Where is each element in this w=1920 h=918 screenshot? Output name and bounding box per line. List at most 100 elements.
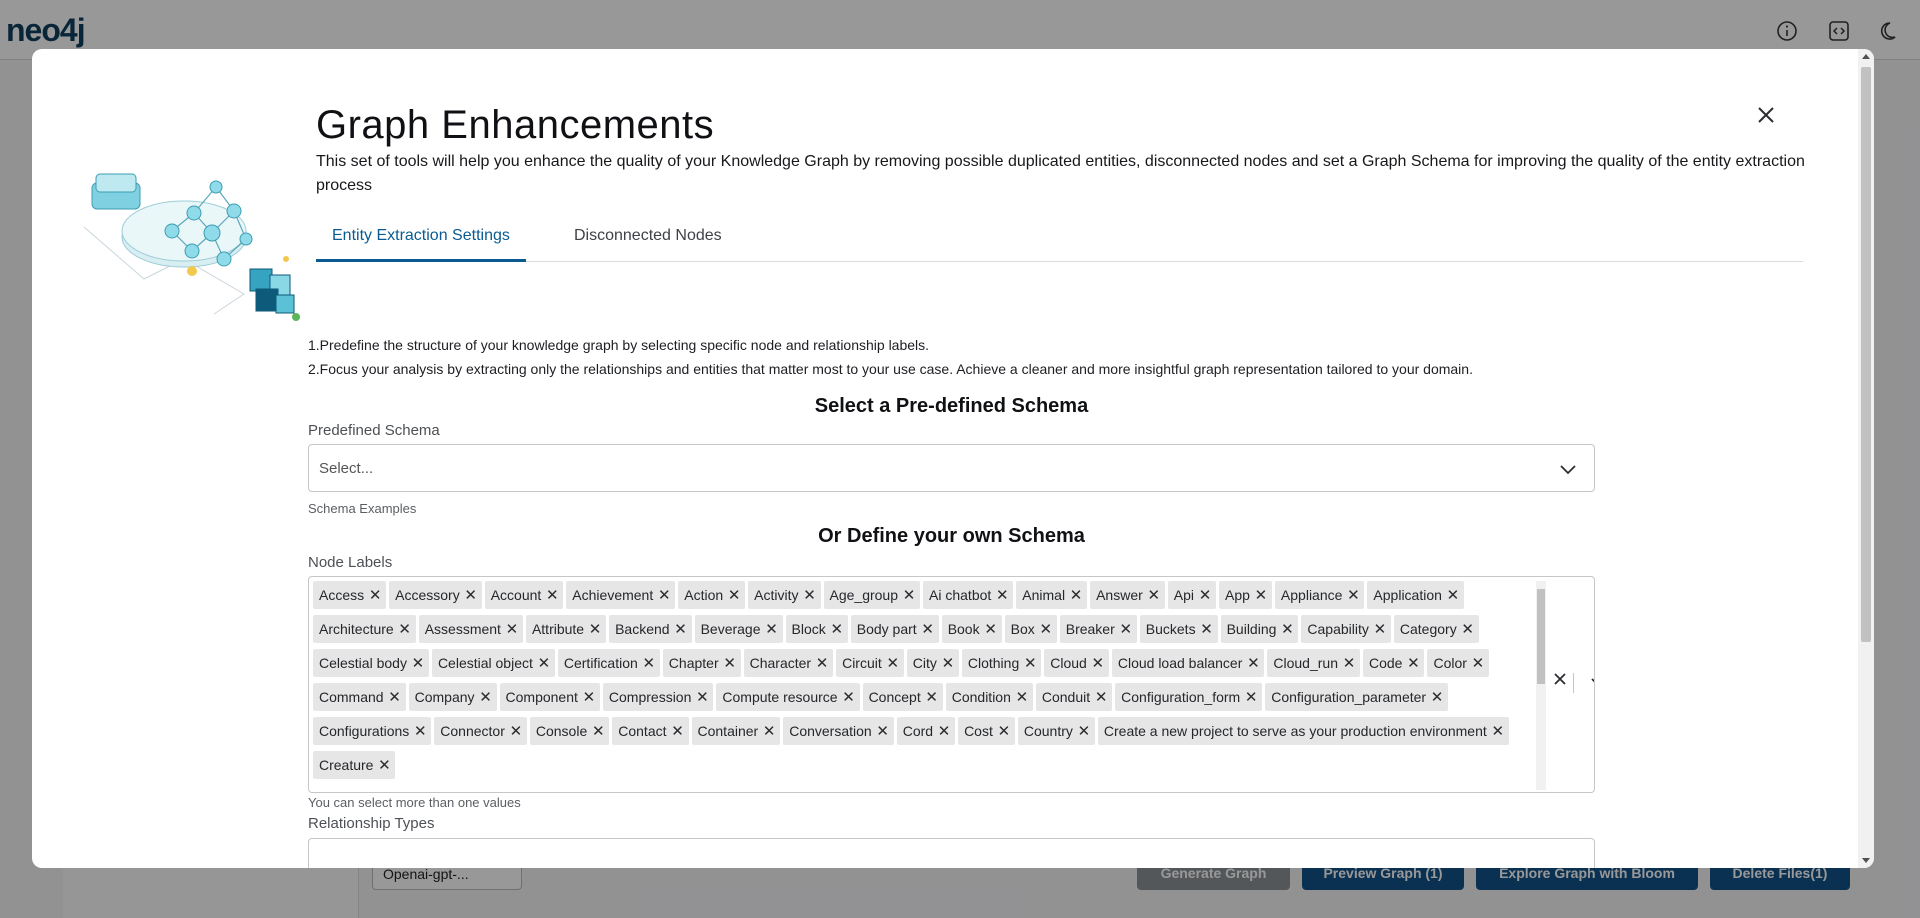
- remove-chip-icon[interactable]: ✕: [1019, 649, 1041, 677]
- remove-chip-icon[interactable]: ✕: [1426, 683, 1448, 711]
- chip-label: Container: [697, 723, 759, 739]
- remove-chip-icon[interactable]: ✕: [882, 649, 904, 677]
- remove-chip-icon[interactable]: ✕: [691, 683, 713, 711]
- remove-chip-icon[interactable]: ✕: [541, 581, 563, 609]
- remove-chip-icon[interactable]: ✕: [1242, 649, 1264, 677]
- tab-disconnected-nodes[interactable]: Disconnected Nodes: [574, 227, 722, 259]
- remove-chip-icon[interactable]: ✕: [501, 615, 523, 643]
- remove-chip-icon[interactable]: ✕: [373, 751, 395, 779]
- remove-chip-icon[interactable]: ✕: [384, 683, 406, 711]
- schema-examples-link[interactable]: Schema Examples: [308, 501, 416, 516]
- remove-chip-icon[interactable]: ✕: [799, 581, 821, 609]
- predefined-schema-select[interactable]: Select...: [308, 444, 1595, 492]
- remove-chip-icon[interactable]: ✕: [1342, 581, 1364, 609]
- remove-chip-icon[interactable]: ✕: [1090, 683, 1112, 711]
- chip-label: App: [1225, 587, 1250, 603]
- remove-chip-icon[interactable]: ✕: [584, 615, 606, 643]
- node-label-chip: Animal ✕: [1016, 581, 1088, 609]
- node-label-chip: Box ✕: [1004, 615, 1057, 643]
- tab-entity-extraction-settings[interactable]: Entity Extraction Settings: [316, 227, 526, 262]
- remove-chip-icon[interactable]: ✕: [587, 717, 609, 745]
- close-icon[interactable]: [1752, 101, 1780, 129]
- remove-chip-icon[interactable]: ✕: [653, 581, 675, 609]
- remove-chip-icon[interactable]: ✕: [993, 717, 1015, 745]
- remove-chip-icon[interactable]: ✕: [1194, 581, 1216, 609]
- node-labels-multiselect[interactable]: Access ✕ Accessory ✕ Account ✕ Achievement ✕ Act…: [308, 576, 1595, 793]
- node-label-chip: Book ✕: [941, 615, 1002, 643]
- remove-chip-icon[interactable]: ✕: [1065, 581, 1087, 609]
- chip-label: Block: [791, 621, 826, 637]
- remove-chip-icon[interactable]: ✕: [937, 649, 959, 677]
- clear-all-icon[interactable]: [1551, 670, 1569, 688]
- chip-label: Book: [947, 621, 980, 637]
- remove-chip-icon[interactable]: ✕: [1196, 615, 1218, 643]
- remove-chip-icon[interactable]: ✕: [1143, 581, 1165, 609]
- remove-chip-icon[interactable]: ✕: [407, 649, 429, 677]
- remove-chip-icon[interactable]: ✕: [460, 581, 482, 609]
- remove-chip-icon[interactable]: ✕: [364, 581, 386, 609]
- remove-chip-icon[interactable]: ✕: [475, 683, 497, 711]
- node-label-chip: Cloud ✕: [1044, 649, 1109, 677]
- chip-label: Backend: [615, 621, 670, 637]
- remove-chip-icon[interactable]: ✕: [1011, 683, 1033, 711]
- node-label-chip: Activity ✕: [748, 581, 821, 609]
- chevron-down-icon[interactable]: [1589, 672, 1595, 692]
- scroll-up-arrow[interactable]: [1862, 54, 1870, 59]
- remove-chip-icon[interactable]: ✕: [933, 717, 955, 745]
- node-label-chip: Configuration_parameter ✕: [1265, 683, 1449, 711]
- remove-chip-icon[interactable]: ✕: [1467, 649, 1489, 677]
- node-label-chip: Category ✕: [1393, 615, 1479, 643]
- chip-label: Ai chatbot: [929, 587, 992, 603]
- remove-chip-icon[interactable]: ✕: [761, 615, 783, 643]
- remove-chip-icon[interactable]: ✕: [991, 581, 1013, 609]
- chip-label: Category: [1399, 621, 1457, 637]
- remove-chip-icon[interactable]: ✕: [758, 717, 780, 745]
- remove-chip-icon[interactable]: ✕: [638, 649, 660, 677]
- remove-chip-icon[interactable]: ✕: [1487, 717, 1509, 745]
- relationship-types-multiselect[interactable]: [308, 838, 1595, 868]
- remove-chip-icon[interactable]: ✕: [578, 683, 600, 711]
- remove-chip-icon[interactable]: ✕: [1369, 615, 1391, 643]
- remove-chip-icon[interactable]: ✕: [838, 683, 860, 711]
- chip-label: Breaker: [1065, 621, 1115, 637]
- remove-chip-icon[interactable]: ✕: [670, 615, 692, 643]
- remove-chip-icon[interactable]: ✕: [1240, 683, 1262, 711]
- chip-label: Achievement: [572, 587, 654, 603]
- remove-chip-icon[interactable]: ✕: [898, 581, 920, 609]
- chip-label: Configuration_form: [1121, 689, 1241, 705]
- remove-chip-icon[interactable]: ✕: [980, 615, 1002, 643]
- predefined-schema-heading: Select a Pre-defined Schema: [814, 395, 1089, 417]
- chip-label: Condition: [951, 689, 1011, 705]
- remove-chip-icon[interactable]: ✕: [409, 717, 431, 745]
- remove-chip-icon[interactable]: ✕: [1035, 615, 1057, 643]
- remove-chip-icon[interactable]: ✕: [667, 717, 689, 745]
- remove-chip-icon[interactable]: ✕: [533, 649, 555, 677]
- remove-chip-icon[interactable]: ✕: [723, 581, 745, 609]
- remove-chip-icon[interactable]: ✕: [719, 649, 741, 677]
- node-label-chip: Conversation ✕: [783, 717, 894, 745]
- node-label-chip: Country ✕: [1017, 717, 1095, 745]
- remove-chip-icon[interactable]: ✕: [921, 683, 943, 711]
- remove-chip-icon[interactable]: ✕: [811, 649, 833, 677]
- node-label-chip: Compression ✕: [602, 683, 714, 711]
- remove-chip-icon[interactable]: ✕: [1073, 717, 1095, 745]
- remove-chip-icon[interactable]: ✕: [1276, 615, 1298, 643]
- remove-chip-icon[interactable]: ✕: [1338, 649, 1360, 677]
- remove-chip-icon[interactable]: ✕: [1442, 581, 1464, 609]
- remove-chip-icon[interactable]: ✕: [1115, 615, 1137, 643]
- remove-chip-icon[interactable]: ✕: [1087, 649, 1109, 677]
- remove-chip-icon[interactable]: ✕: [505, 717, 527, 745]
- remove-chip-icon[interactable]: ✕: [1402, 649, 1424, 677]
- modal-scrollbar[interactable]: [1858, 49, 1874, 868]
- remove-chip-icon[interactable]: ✕: [394, 615, 416, 643]
- node-labels-scrollbar[interactable]: [1536, 581, 1546, 790]
- scroll-down-arrow[interactable]: [1862, 858, 1870, 863]
- remove-chip-icon[interactable]: ✕: [917, 615, 939, 643]
- remove-chip-icon[interactable]: ✕: [1250, 581, 1272, 609]
- scrollbar-thumb[interactable]: [1861, 67, 1871, 642]
- remove-chip-icon[interactable]: ✕: [872, 717, 894, 745]
- remove-chip-icon[interactable]: ✕: [826, 615, 848, 643]
- chip-label: Creature: [319, 757, 374, 773]
- chip-label: Configurations: [319, 723, 410, 739]
- remove-chip-icon[interactable]: ✕: [1457, 615, 1479, 643]
